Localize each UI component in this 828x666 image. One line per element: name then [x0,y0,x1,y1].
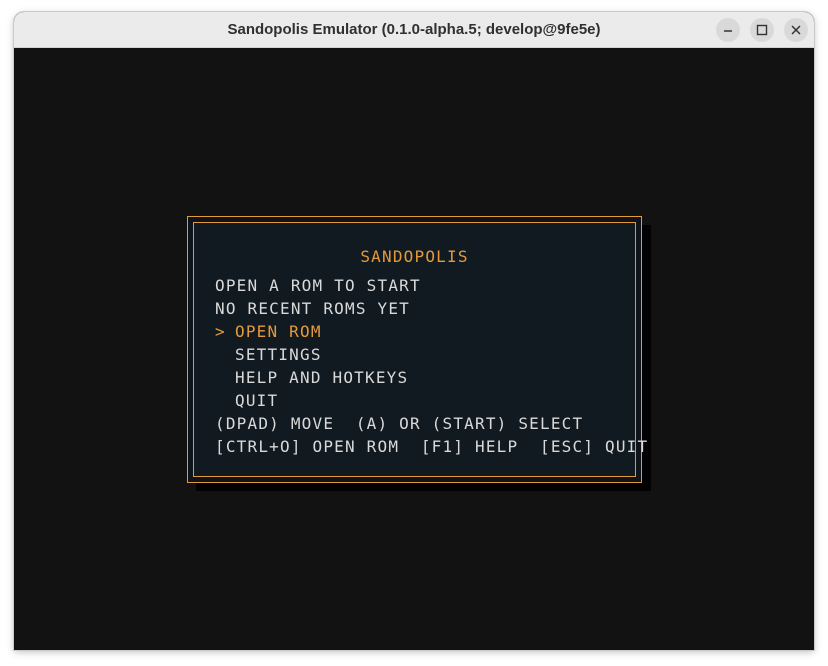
window-title: Sandopolis Emulator (0.1.0-alpha.5; deve… [227,21,601,38]
minimize-button[interactable] [716,18,740,42]
maximize-icon [756,24,768,36]
close-button[interactable] [784,18,808,42]
controls-hint: (DPAD) MOVE (A) OR (START) SELECT [215,414,584,433]
start-menu-dialog: SANDOPOLIS OPEN A ROM TO START NO RECENT… [187,216,647,483]
menu-item-open-rom[interactable]: OPEN ROM [235,322,322,342]
menu-item-quit[interactable]: QUIT [235,391,278,411]
emulator-window: Sandopolis Emulator (0.1.0-alpha.5; deve… [14,12,814,650]
maximize-button[interactable] [750,18,774,42]
menu-item-help-and-hotkeys[interactable]: HELP AND HOTKEYS [235,368,408,388]
status-line: OPEN A ROM TO START [215,276,421,295]
close-icon [791,25,801,35]
menu-heading: SANDOPOLIS [360,247,469,266]
title-bar[interactable]: Sandopolis Emulator (0.1.0-alpha.5; deve… [14,12,814,48]
selection-cursor: > [215,322,226,341]
hotkeys-hint: [CTRL+O] OPEN ROM [F1] HELP [ESC] QUIT [215,437,649,456]
menu-item-settings[interactable]: SETTINGS [235,345,322,365]
status-line: NO RECENT ROMS YET [215,299,410,318]
minimize-icon [724,30,732,32]
dialog-inner-frame: SANDOPOLIS OPEN A ROM TO START NO RECENT… [193,222,647,477]
emulator-screen[interactable]: SANDOPOLIS OPEN A ROM TO START NO RECENT… [14,48,814,650]
